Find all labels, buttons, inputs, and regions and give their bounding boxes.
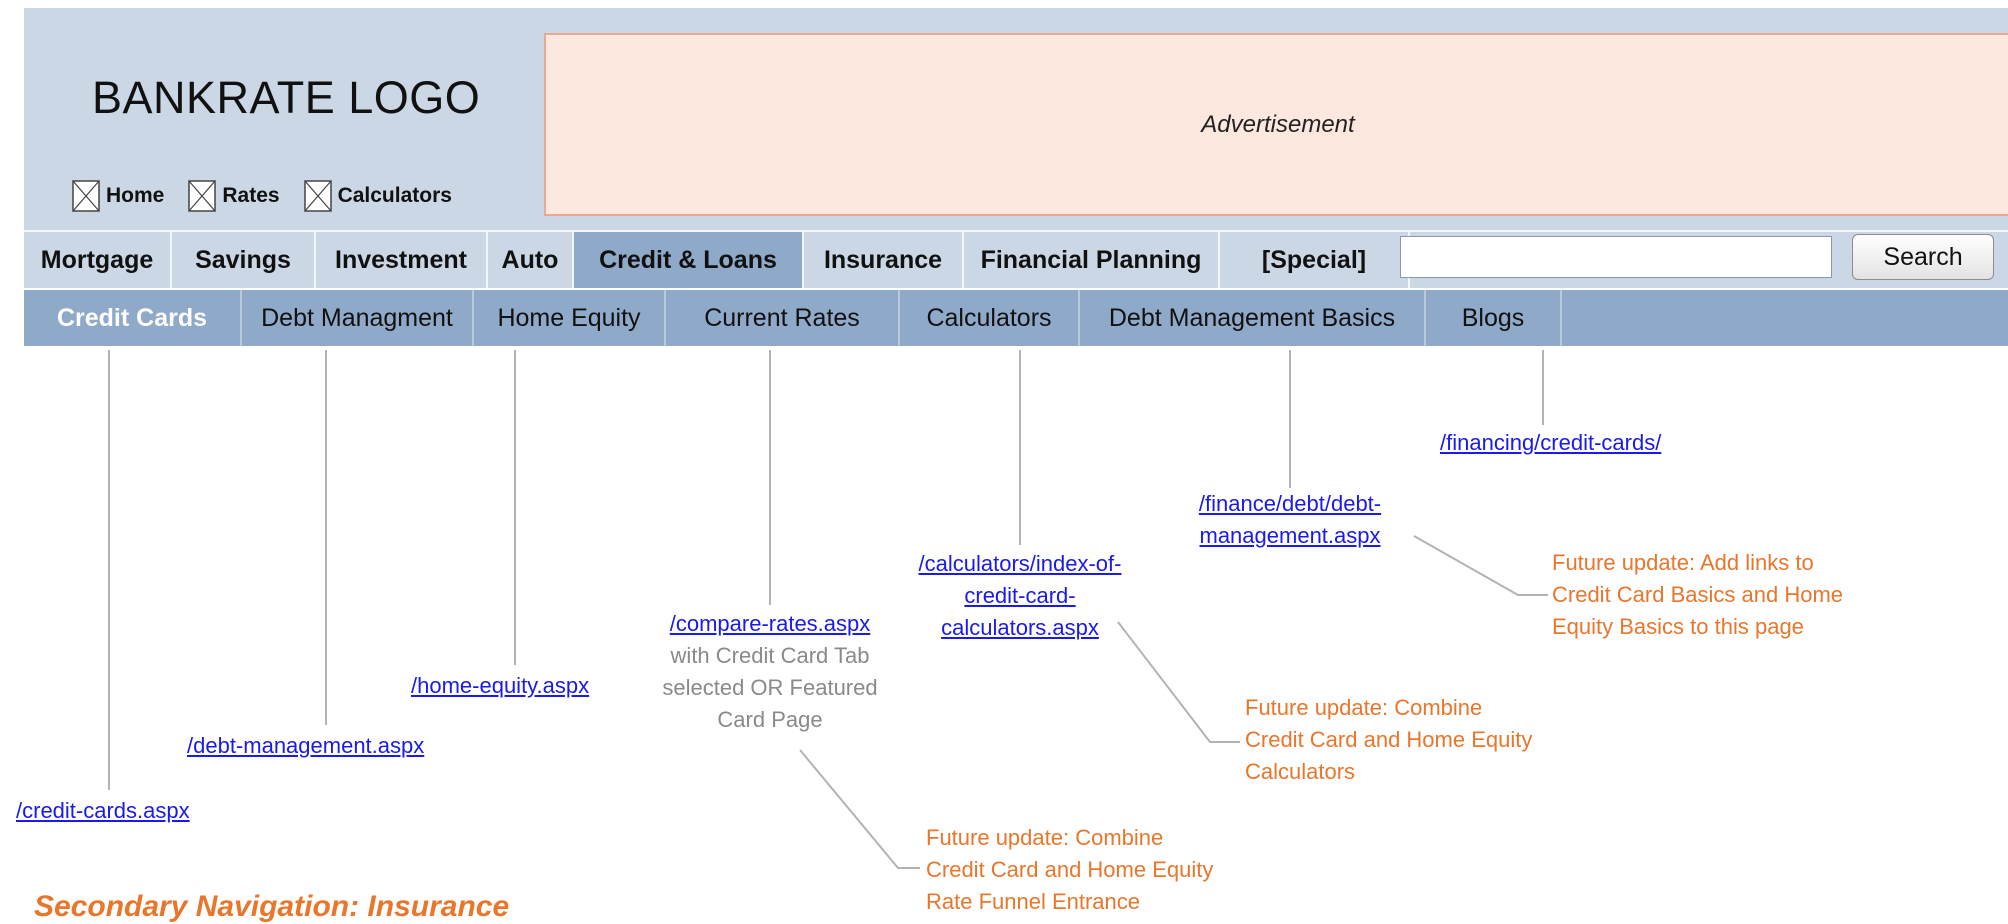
future-note-basics: Future update: Add links to Credit Card … bbox=[1552, 547, 1843, 643]
debt-basics-url[interactable]: /finance/debt/debt- management.aspx bbox=[1170, 488, 1410, 552]
url-line: /finance/debt/debt- bbox=[1198, 491, 1382, 516]
debt-management-url[interactable]: /debt-management.aspx bbox=[187, 730, 424, 762]
url-line: management.aspx bbox=[1199, 523, 1381, 548]
calculators-url[interactable]: /calculators/index-of- credit-card- calc… bbox=[880, 548, 1160, 644]
home-equity-url[interactable]: /home-equity.aspx bbox=[411, 670, 589, 702]
future-note-rates: Future update: Combine Credit Card and H… bbox=[926, 822, 1213, 918]
note-line: Equity Basics to this page bbox=[1552, 614, 1804, 639]
callout-lines bbox=[108, 350, 1548, 869]
note-line: Credit Card and Home Equity bbox=[1245, 727, 1533, 752]
url-line: /calculators/index-of- bbox=[918, 551, 1122, 576]
compare-rates-url[interactable]: /compare-rates.aspx bbox=[640, 608, 900, 640]
credit-cards-url[interactable]: /credit-cards.aspx bbox=[16, 795, 190, 827]
url-line: credit-card- bbox=[964, 583, 1076, 608]
future-note-calculators: Future update: Combine Credit Card and H… bbox=[1245, 692, 1532, 788]
note-line: with Credit Card Tab bbox=[670, 643, 870, 668]
url-line: calculators.aspx bbox=[941, 615, 1099, 640]
note-line: Credit Card and Home Equity bbox=[926, 857, 1214, 882]
note-line: Future update: Add links to bbox=[1552, 550, 1814, 575]
note-line: selected OR Featured bbox=[662, 675, 878, 700]
note-line: Calculators bbox=[1245, 759, 1356, 784]
blogs-url[interactable]: /financing/credit-cards/ bbox=[1440, 427, 1661, 459]
note-line: Future update: Combine bbox=[1245, 695, 1483, 720]
note-line: Card Page bbox=[717, 707, 823, 732]
note-line: Future update: Combine bbox=[926, 825, 1164, 850]
current-rates-annotation: /compare-rates.aspx with Credit Card Tab… bbox=[640, 608, 900, 736]
note-line: Rate Funnel Entrance bbox=[926, 889, 1141, 914]
note-line: Credit Card Basics and Home bbox=[1552, 582, 1844, 607]
